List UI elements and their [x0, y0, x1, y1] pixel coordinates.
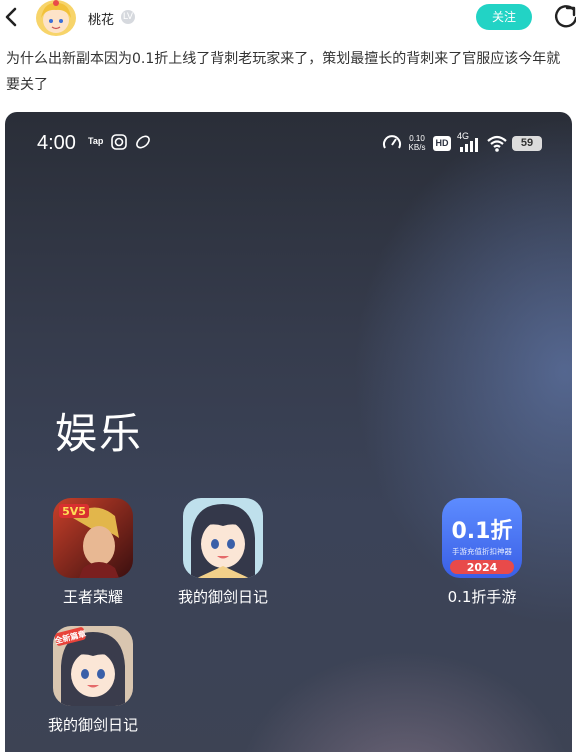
- speedometer-icon: [383, 135, 401, 149]
- username[interactable]: 桃花: [88, 9, 114, 28]
- post-text: 为什么出新副本因为0.1折上线了背刺老玩家来了，策划最擅长的背刺来了官服应该今年…: [6, 51, 561, 93]
- battery-indicator: 59: [512, 136, 542, 151]
- app-label: 我的御剑日记: [47, 716, 138, 734]
- app-yujian-diary-2[interactable]: 全新篇章 我的御剑日记: [33, 626, 153, 735]
- net-speed-value: 0.10: [409, 134, 425, 143]
- status-leaf-icon: [136, 135, 150, 149]
- avatar[interactable]: [36, 0, 76, 36]
- app-label: 我的御剑日记: [177, 588, 268, 606]
- post-image[interactable]: 4:00 Tap 0.10 KB/s HD 4G 59 娱乐 5V5 王者荣耀 …: [5, 112, 572, 752]
- discount-games-app-icon: 0.1折 手游充值折扣神器 2024: [442, 498, 522, 578]
- discount-icon-subtext: 手游充值折扣神器: [452, 546, 512, 556]
- back-arrow-icon[interactable]: [2, 6, 22, 28]
- tap-app-icon: Tap: [88, 136, 104, 146]
- app-label: 王者荣耀: [62, 588, 123, 606]
- folder-title: 娱乐: [55, 409, 144, 458]
- post-header: 桃花 LV 关注: [0, 0, 576, 38]
- app-label: 0.1折手游: [447, 588, 517, 606]
- wifi-icon: [487, 135, 507, 152]
- honor-of-kings-icon-text: 5V5: [62, 505, 86, 518]
- yujian-diary-app-icon: [183, 498, 263, 578]
- honor-of-kings-app-icon: 5V5: [53, 498, 133, 578]
- app-discount-games[interactable]: 0.1折 手游充值折扣神器 2024 0.1折手游: [422, 498, 542, 607]
- status-time: 4:00: [37, 132, 76, 154]
- follow-button[interactable]: 关注: [476, 4, 532, 30]
- refresh-share-icon[interactable]: [553, 3, 576, 31]
- discount-icon-year: 2024: [467, 561, 498, 574]
- cell-signal-icon: [460, 138, 478, 152]
- level-badge: LV: [121, 10, 135, 24]
- yujian-diary-2-app-icon: 全新篇章: [53, 626, 133, 706]
- app-yujian-diary[interactable]: 我的御剑日记: [163, 498, 283, 607]
- app-honor-of-kings[interactable]: 5V5 王者荣耀: [33, 498, 153, 607]
- hd-badge: HD: [433, 136, 451, 151]
- status-app-icon: [111, 134, 127, 150]
- discount-icon-text: 0.1折: [452, 519, 513, 544]
- net-speed-unit: KB/s: [408, 143, 426, 152]
